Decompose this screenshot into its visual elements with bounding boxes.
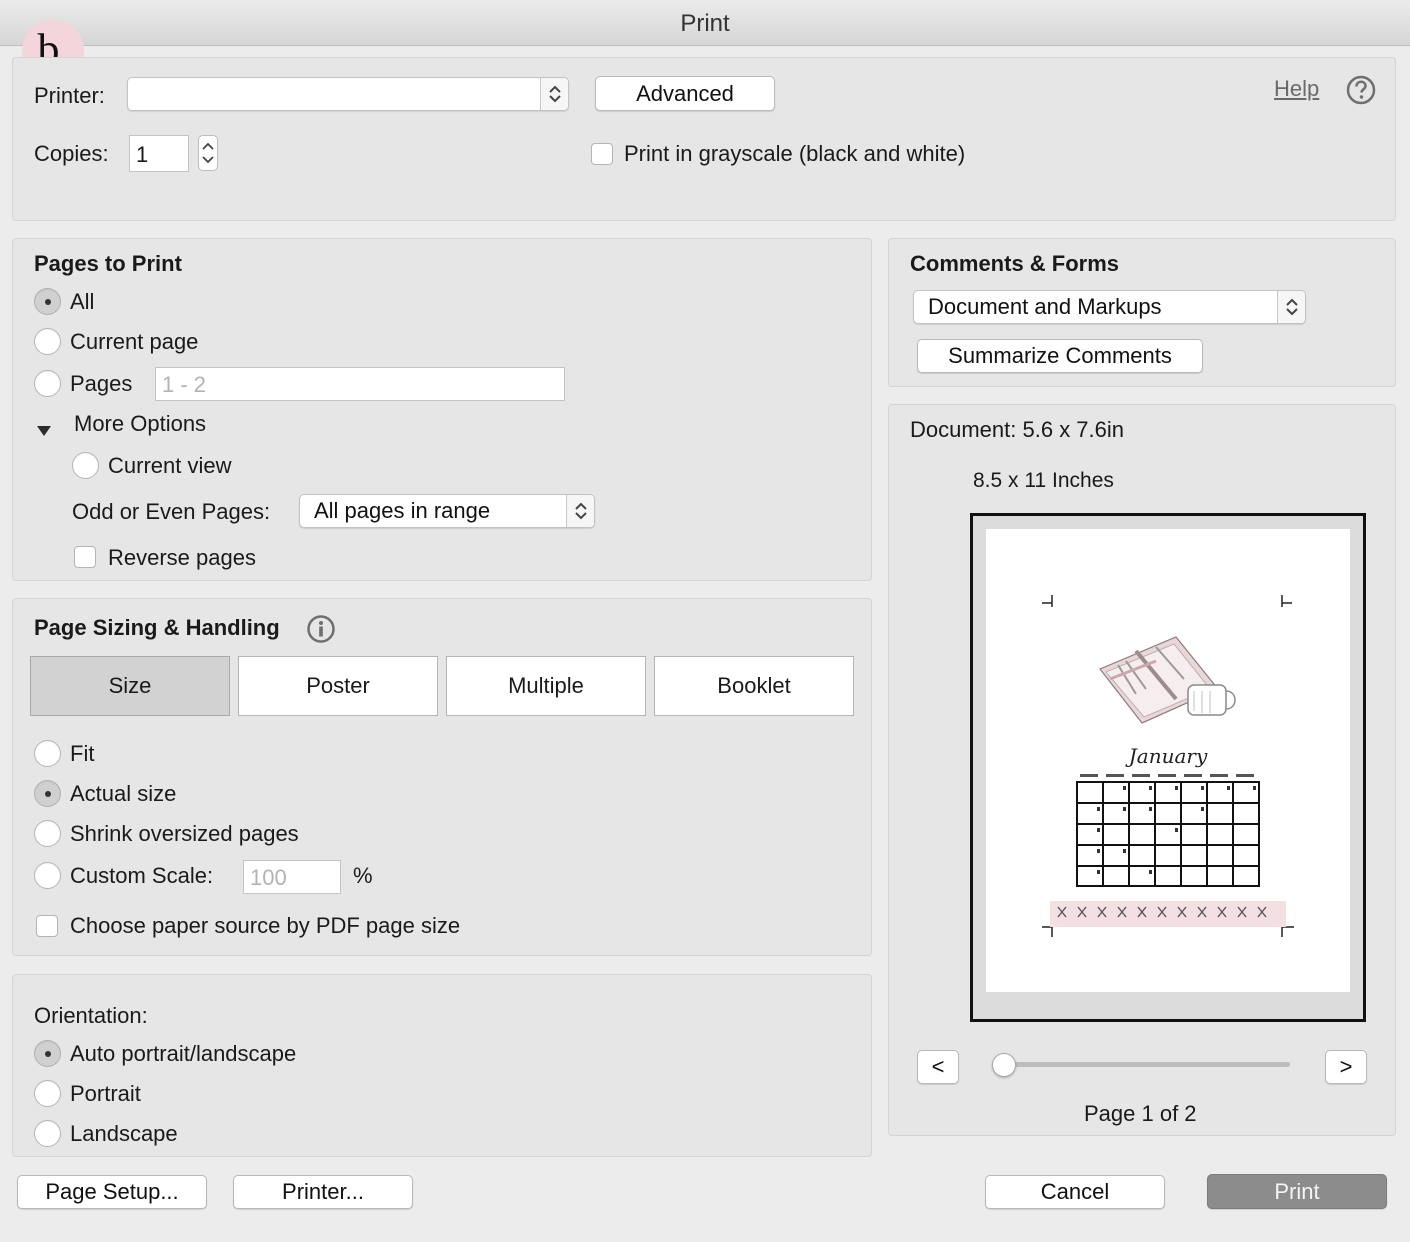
radio-auto-orientation-label: Auto portrait/landscape bbox=[70, 1041, 297, 1066]
disclosure-triangle-icon[interactable] bbox=[36, 418, 52, 436]
month-title: January bbox=[1125, 744, 1208, 768]
pages-to-print-title: Pages to Print bbox=[34, 251, 182, 276]
page-slider-track[interactable] bbox=[1000, 1062, 1290, 1067]
reverse-pages-checkbox[interactable] bbox=[74, 546, 96, 568]
chevron-updown-icon bbox=[540, 78, 568, 110]
radio-landscape[interactable] bbox=[34, 1120, 61, 1147]
radio-current-view[interactable] bbox=[72, 452, 99, 479]
radio-fit[interactable] bbox=[34, 740, 61, 767]
radio-shrink-oversized-label: Shrink oversized pages bbox=[70, 821, 299, 846]
custom-scale-input[interactable]: 100 bbox=[243, 860, 341, 894]
print-button[interactable]: Print bbox=[1207, 1174, 1387, 1209]
radio-current-view-label: Current view bbox=[108, 453, 232, 478]
radio-actual-size[interactable] bbox=[34, 780, 61, 807]
radio-custom-scale-label: Custom Scale: bbox=[70, 863, 214, 888]
printer-select[interactable] bbox=[127, 77, 569, 111]
radio-pages-label: Pages bbox=[70, 371, 133, 396]
window-title: Print bbox=[680, 10, 730, 37]
radio-portrait-label: Portrait bbox=[70, 1081, 141, 1106]
pages-range-input[interactable]: 1 - 2 bbox=[155, 367, 565, 401]
summarize-comments-button[interactable]: Summarize Comments bbox=[917, 339, 1203, 373]
radio-shrink-oversized[interactable] bbox=[34, 820, 61, 847]
odd-even-label: Odd or Even Pages: bbox=[72, 499, 271, 524]
document-size-label: Document: 5.6 x 7.6in bbox=[910, 417, 1125, 442]
grayscale-label: Print in grayscale (black and white) bbox=[624, 141, 966, 166]
radio-all[interactable] bbox=[34, 288, 61, 315]
page-preview-frame: January bbox=[970, 513, 1366, 1022]
radio-portrait[interactable] bbox=[34, 1080, 61, 1107]
orientation-title: Orientation: bbox=[34, 1003, 148, 1028]
cancel-button[interactable]: Cancel bbox=[985, 1175, 1165, 1209]
odd-even-select[interactable]: All pages in range bbox=[299, 494, 595, 528]
page-preview-thumbnail: January bbox=[1042, 595, 1294, 937]
comments-forms-title: Comments & Forms bbox=[910, 251, 1120, 276]
page-preview-sheet: January bbox=[986, 529, 1350, 992]
chevron-updown-icon bbox=[566, 495, 594, 527]
paper-source-label: Choose paper source by PDF page size bbox=[70, 913, 461, 938]
help-link[interactable]: Help bbox=[1274, 76, 1319, 102]
printer-button[interactable]: Printer... bbox=[233, 1175, 413, 1209]
next-page-button[interactable]: > bbox=[1325, 1050, 1367, 1084]
copies-input[interactable]: 1 bbox=[129, 135, 189, 172]
radio-fit-label: Fit bbox=[70, 741, 95, 766]
comments-forms-select[interactable]: Document and Markups bbox=[913, 290, 1306, 324]
radio-auto-orientation[interactable] bbox=[34, 1040, 61, 1067]
radio-current-page-label: Current page bbox=[70, 329, 199, 354]
page-sizing-panel bbox=[12, 598, 872, 956]
more-options-label[interactable]: More Options bbox=[74, 411, 206, 437]
radio-current-page[interactable] bbox=[34, 328, 61, 355]
odd-even-select-value: All pages in range bbox=[314, 498, 491, 523]
chevron-updown-icon bbox=[202, 142, 214, 164]
grayscale-checkbox[interactable] bbox=[591, 143, 613, 165]
page-sizing-title: Page Sizing & Handling bbox=[34, 615, 280, 640]
tab-booklet[interactable]: Booklet bbox=[654, 656, 854, 716]
paper-size-label: 8.5 x 11 Inches bbox=[973, 469, 1114, 492]
percent-label: % bbox=[353, 863, 373, 888]
tab-multiple[interactable]: Multiple bbox=[446, 656, 646, 716]
radio-pages[interactable] bbox=[34, 370, 61, 397]
advanced-button[interactable]: Advanced bbox=[595, 76, 775, 111]
window-title-bar: Print bbox=[0, 0, 1410, 46]
radio-landscape-label: Landscape bbox=[70, 1121, 178, 1146]
pages-to-print-panel bbox=[12, 238, 872, 581]
tab-poster[interactable]: Poster bbox=[238, 656, 438, 716]
reverse-pages-label: Reverse pages bbox=[108, 545, 256, 570]
chevron-updown-icon bbox=[1277, 291, 1305, 323]
page-slider-thumb[interactable] bbox=[992, 1053, 1016, 1077]
radio-all-label: All bbox=[70, 289, 95, 314]
copies-label: Copies: bbox=[34, 141, 109, 166]
tab-size[interactable]: Size bbox=[30, 656, 230, 716]
radio-actual-size-label: Actual size bbox=[70, 781, 177, 806]
help-question-icon[interactable] bbox=[1345, 74, 1377, 106]
copies-stepper[interactable] bbox=[198, 135, 218, 171]
page-setup-button[interactable]: Page Setup... bbox=[17, 1175, 207, 1209]
info-icon[interactable] bbox=[306, 614, 336, 644]
page-indicator: Page 1 of 2 bbox=[1084, 1101, 1197, 1126]
prev-page-button[interactable]: < bbox=[917, 1050, 959, 1084]
paper-source-checkbox[interactable] bbox=[36, 915, 58, 937]
printer-label: Printer: bbox=[34, 83, 105, 108]
comments-forms-select-value: Document and Markups bbox=[928, 294, 1162, 319]
radio-custom-scale[interactable] bbox=[34, 862, 61, 889]
